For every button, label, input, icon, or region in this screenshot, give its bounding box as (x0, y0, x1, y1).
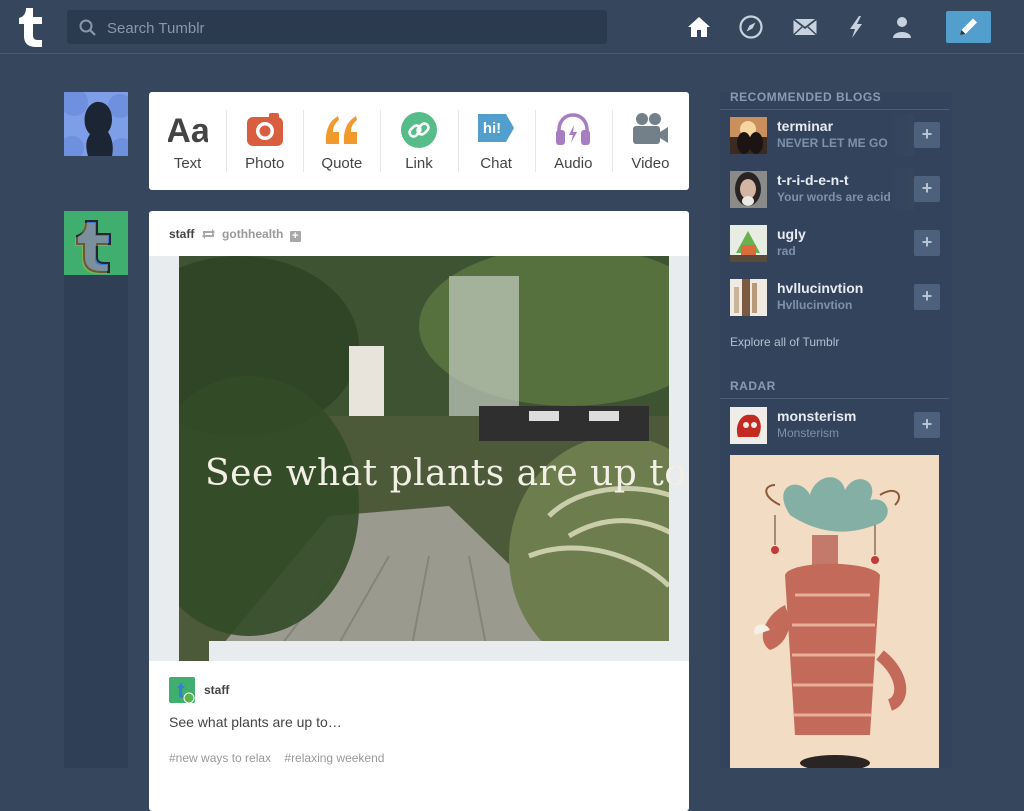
blog-avatar (730, 279, 767, 316)
blog-name[interactable]: monsterism (777, 408, 856, 424)
post-link-label: Link (405, 155, 433, 172)
recommended-blog-item[interactable]: ugly rad + (730, 222, 948, 264)
follow-blog-button[interactable]: + (914, 284, 940, 310)
blog-name[interactable]: ugly (777, 226, 806, 242)
radar-title: RADAR (730, 379, 776, 393)
post-text-label: Text (173, 155, 202, 172)
section-divider (720, 398, 949, 399)
camera-icon (246, 113, 283, 146)
post-body-text: See what plants are up to… (169, 714, 342, 730)
blog-description: Your words are acid (777, 190, 891, 204)
blog-name[interactable]: t-r-i-d-e-n-t (777, 172, 849, 188)
recommended-blog-item[interactable]: t-r-i-d-e-n-t Your words are acid + (730, 168, 948, 210)
compose-button[interactable] (946, 11, 991, 43)
blog-description: Monsterism (777, 426, 840, 440)
text-fade (890, 114, 914, 156)
recommended-blogs-title: RECOMMENDED BLOGS (730, 90, 882, 104)
radar-image[interactable] (730, 455, 939, 768)
blog-description: NEVER LET ME GO (777, 136, 888, 150)
staff-tumblr-logo (75, 220, 111, 274)
top-navigation-bar (0, 0, 1024, 54)
author-name[interactable]: staff (204, 683, 229, 697)
right-sidebar: RECOMMENDED BLOGS terminar NEVER LET ME … (720, 90, 952, 768)
text-aa-icon: Aa (168, 112, 208, 150)
section-divider (720, 109, 949, 110)
follow-source-button[interactable]: + (289, 231, 301, 242)
blog-name[interactable]: hvllucinvtion (777, 280, 863, 296)
explore-compass-icon[interactable] (738, 14, 764, 40)
post-tags: #new ways to relax #relaxing weekend (169, 751, 394, 765)
staff-avatar[interactable] (64, 211, 128, 275)
post-chat-label: Chat (480, 155, 512, 172)
explore-all-link[interactable]: Explore all of Tumblr (730, 335, 839, 349)
post-type-bar: Aa Text Photo Quote Link hi! Chat Audio … (149, 92, 689, 190)
blog-avatar (730, 171, 767, 208)
post-header: staff gothhealth + (169, 227, 301, 242)
post-photo-button[interactable]: Photo (226, 92, 303, 190)
blog-name[interactable]: terminar (777, 118, 833, 134)
author-avatar[interactable]: t (169, 677, 195, 704)
headphones-icon (556, 113, 591, 145)
follow-blog-button[interactable]: + (914, 230, 940, 256)
post-audio-button[interactable]: Audio (534, 92, 612, 190)
blog-description: Hvllucinvtion (777, 298, 853, 312)
post-video-button[interactable]: Video (611, 92, 689, 190)
mail-icon[interactable] (792, 14, 818, 40)
reblog-source-name[interactable]: gothhealth (222, 227, 283, 241)
dashboard-rail (64, 211, 128, 768)
photo-overlay-caption: See what plants are up to... (205, 453, 689, 494)
recommended-blog-item[interactable]: hvllucinvtion Hvllucinvtion + (730, 276, 948, 318)
home-icon[interactable] (686, 14, 712, 40)
tag[interactable]: #new ways to relax (169, 751, 271, 765)
reblog-icon (201, 229, 215, 239)
post-quote-button[interactable]: Quote (303, 92, 380, 190)
post-audio-label: Audio (554, 155, 593, 172)
svg-text:Aa: Aa (168, 112, 208, 150)
post-photo-label: Photo (245, 155, 285, 172)
user-avatar[interactable] (64, 92, 128, 156)
search-box[interactable] (67, 10, 607, 46)
blog-avatar (730, 225, 767, 262)
post-card: staff gothhealth + See what plants are u… (149, 211, 689, 811)
text-fade (890, 168, 914, 210)
blog-avatar (730, 117, 767, 154)
activity-lightning-icon[interactable] (843, 14, 869, 40)
user-avatar-silhouette (64, 92, 128, 156)
post-photo[interactable]: See what plants are up to... (149, 256, 689, 661)
radar-illustration (730, 455, 939, 768)
radar-blog-item[interactable]: monsterism Monsterism + (730, 404, 948, 446)
link-icon (400, 112, 437, 148)
post-video-label: Video (631, 155, 670, 172)
post-chat-button[interactable]: hi! Chat (457, 92, 535, 190)
blog-description: rad (777, 244, 796, 258)
quote-icon (325, 116, 357, 144)
follow-blog-button[interactable]: + (914, 122, 940, 148)
author-avatar-logo: t (177, 678, 195, 704)
post-quote-label: Quote (321, 155, 363, 172)
blog-avatar (730, 407, 767, 444)
pencil-icon (960, 18, 977, 35)
follow-blog-button[interactable]: + (914, 176, 940, 202)
tumblr-logo[interactable] (16, 6, 50, 48)
chat-icon-text: hi! (483, 120, 501, 137)
search-icon (79, 19, 96, 36)
post-link-button[interactable]: Link (380, 92, 457, 190)
video-camera-icon (633, 113, 669, 144)
post-text-button[interactable]: Aa Text (149, 92, 226, 190)
tag[interactable]: #relaxing weekend (284, 751, 384, 765)
search-input[interactable] (105, 10, 599, 46)
poster-name[interactable]: staff (169, 227, 194, 241)
account-person-icon[interactable] (889, 14, 915, 40)
recommended-blog-item[interactable]: terminar NEVER LET ME GO + (730, 114, 948, 156)
chat-hi-icon: hi! (478, 114, 515, 142)
follow-blog-button[interactable]: + (914, 412, 940, 438)
